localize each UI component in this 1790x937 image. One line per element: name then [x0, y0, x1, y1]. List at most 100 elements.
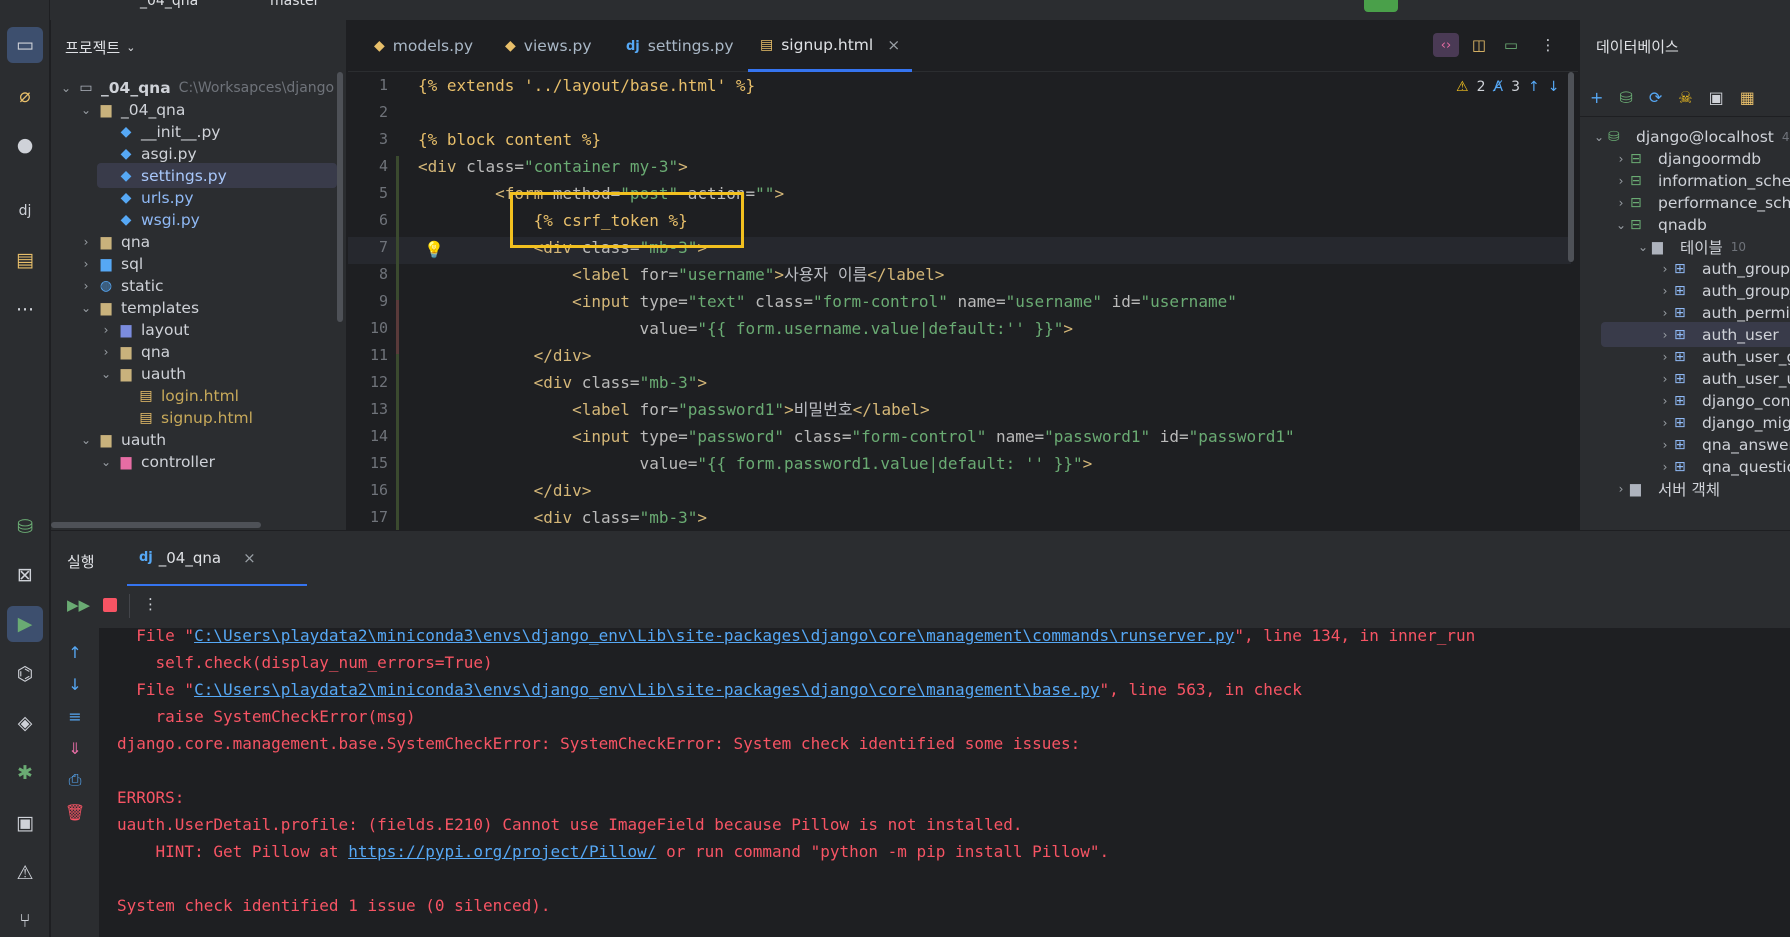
chevron-icon[interactable]: ⌄ — [97, 455, 115, 469]
console-icon[interactable]: ▣ — [1709, 88, 1724, 107]
excel-icon[interactable]: ⊠ — [7, 557, 43, 593]
chevron-icon[interactable]: › — [1656, 306, 1674, 320]
chevron-icon[interactable]: › — [1656, 372, 1674, 386]
code-line[interactable]: value="{{ form.password1.value|default: … — [418, 450, 1093, 477]
python-console-icon[interactable]: ⌬ — [7, 656, 43, 692]
code-line[interactable]: {% block content %} — [418, 126, 601, 153]
horizontal-scrollbar[interactable] — [51, 522, 261, 528]
data-source-icon[interactable]: ⛁ — [1619, 88, 1632, 107]
code-line[interactable]: <label for="username">사용자 이름</label> — [418, 261, 944, 288]
next-highlight-icon[interactable]: ↓ — [1548, 79, 1560, 95]
editor-scrollbar[interactable] — [1568, 72, 1574, 262]
chevron-icon[interactable]: › — [1612, 174, 1630, 188]
close-icon[interactable]: × — [243, 549, 256, 567]
chevron-icon[interactable]: ⌄ — [77, 103, 95, 117]
stop-icon[interactable] — [103, 598, 117, 612]
project-scrollbar[interactable] — [337, 72, 343, 322]
more-tools-icon[interactable]: ··· — [7, 292, 43, 328]
lightbulb-icon[interactable]: 💡 — [424, 240, 444, 259]
project-tree-item[interactable]: ⌄ ▆ controller — [97, 449, 215, 474]
prev-highlight-icon[interactable]: ↑ — [1528, 79, 1540, 95]
chevron-icon[interactable]: ⌄ — [1612, 218, 1630, 232]
chevron-icon[interactable]: › — [1656, 460, 1674, 474]
code-line[interactable]: value="{{ form.username.value|default:''… — [418, 315, 1074, 342]
chevron-icon[interactable]: › — [1656, 394, 1674, 408]
database-structure-icon[interactable]: ▤ — [7, 242, 43, 278]
database-tree-item[interactable]: › ▆ 서버 객체 — [1612, 476, 1720, 501]
problems-icon[interactable]: ⚠ — [7, 855, 43, 891]
chevron-icon[interactable]: › — [1656, 262, 1674, 276]
print-icon[interactable]: ⎙ — [63, 768, 87, 792]
scroll-down-icon[interactable]: ↓ — [63, 672, 87, 696]
github-icon[interactable]: ● — [7, 127, 43, 163]
code-line[interactable]: </div> — [418, 477, 592, 504]
branch-name[interactable]: master — [270, 0, 319, 9]
code-line[interactable]: <input type="password" class="form-contr… — [418, 423, 1295, 450]
project-view-icon[interactable]: ▭ — [7, 27, 43, 63]
chevron-icon[interactable]: ⌄ — [97, 367, 115, 381]
console-link[interactable]: C:\Users\playdata2\miniconda3\envs\djang… — [194, 680, 1099, 699]
split-preview-icon[interactable]: ◫ — [1466, 33, 1492, 57]
services-icon[interactable]: ✱ — [7, 755, 43, 791]
trash-icon[interactable]: 🗑 — [63, 800, 87, 824]
inspection-widget[interactable]: ⚠ 2 A̸ 3 ↑ ↓ — [1456, 72, 1559, 102]
code-line[interactable]: <label for="password1">비밀번호</label> — [418, 396, 930, 423]
console-link[interactable]: https://pypi.org/project/Pillow/ — [348, 842, 656, 861]
chevron-icon[interactable]: › — [1612, 196, 1630, 210]
chevron-icon[interactable]: › — [1656, 350, 1674, 364]
add-icon[interactable]: + — [1590, 88, 1603, 107]
refresh-icon[interactable]: ⟳ — [1649, 88, 1662, 107]
run-config-icon[interactable] — [1364, 0, 1398, 12]
chevron-icon[interactable]: › — [1656, 328, 1674, 342]
skull-icon[interactable]: ☠ — [1678, 88, 1692, 107]
tab-views-py[interactable]: ◆ views.py — [493, 20, 604, 72]
preview-toggle-icon[interactable]: ‹› — [1433, 33, 1459, 57]
code-line[interactable]: <div class="mb-3"> — [418, 504, 707, 530]
chevron-icon[interactable]: › — [97, 323, 115, 337]
chevron-icon[interactable]: ⌄ — [77, 433, 95, 447]
chevron-icon[interactable]: › — [1656, 284, 1674, 298]
project-panel-header[interactable]: 프로젝트 ⌄ — [51, 20, 346, 75]
chevron-icon[interactable]: › — [1612, 152, 1630, 166]
chevron-icon[interactable]: ⌄ — [1590, 130, 1608, 144]
django-icon[interactable]: dj — [7, 193, 43, 229]
chevron-icon[interactable]: › — [1656, 416, 1674, 430]
more-options-icon[interactable]: ⋮ — [1538, 33, 1558, 57]
code-line[interactable]: <div class="mb-3"> — [418, 369, 707, 396]
table-view-icon[interactable]: ▦ — [1740, 88, 1755, 107]
rerun-icon[interactable]: ▶▶ — [67, 596, 90, 614]
more-options-icon[interactable]: ⋮ — [143, 595, 158, 613]
commit-icon[interactable]: ⌀ — [7, 78, 43, 114]
run-icon[interactable]: ▶ — [7, 606, 43, 642]
layers-icon[interactable]: ◈ — [7, 705, 43, 741]
terminal-icon[interactable]: ▣ — [7, 805, 43, 841]
close-icon[interactable]: × — [887, 36, 900, 54]
chevron-icon[interactable]: › — [1612, 482, 1630, 496]
chevron-icon[interactable]: › — [77, 257, 95, 271]
chevron-icon[interactable]: › — [97, 345, 115, 359]
chevron-down-icon[interactable]: ⌄ — [126, 41, 135, 54]
tab-signup-html[interactable]: ▤ signup.html × — [748, 20, 913, 72]
code-editor[interactable]: 1 {% extends '../layout/base.html' %} 2 3 {%… — [348, 72, 1578, 530]
chevron-icon[interactable]: ⌄ — [77, 301, 95, 315]
database-icon[interactable]: ⛁ — [7, 509, 43, 545]
console-link[interactable]: C:\Users\playdata2\miniconda3\envs\djang… — [194, 628, 1234, 645]
soft-wrap-icon[interactable]: ≡ — [63, 704, 87, 728]
chevron-icon[interactable]: ⌄ — [57, 81, 75, 95]
code-line[interactable]: {% extends '../layout/base.html' %} — [418, 72, 755, 99]
project-name[interactable]: _04_qna — [140, 0, 198, 9]
chevron-icon[interactable]: › — [77, 235, 95, 249]
chevron-icon[interactable]: ⌄ — [1634, 240, 1652, 254]
run-config-tab[interactable]: dj _04_qna × — [127, 531, 307, 587]
run-console[interactable]: File "C:\Users\playdata2\miniconda3\envs… — [99, 628, 1790, 937]
git-icon[interactable]: ⑂ — [7, 903, 43, 937]
scroll-to-end-icon[interactable]: ⇓ — [63, 736, 87, 760]
tab-models-py[interactable]: ◆ models.py — [362, 20, 485, 72]
code-line[interactable]: <div class="container my-3"> — [418, 153, 688, 180]
code-line[interactable]: </div> — [418, 342, 592, 369]
browser-preview-icon[interactable]: ▭ — [1498, 33, 1524, 57]
chevron-icon[interactable]: › — [77, 279, 95, 293]
code-line[interactable]: <input type="text" class="form-control" … — [418, 288, 1237, 315]
scroll-up-icon[interactable]: ↑ — [63, 640, 87, 664]
chevron-icon[interactable]: › — [1656, 438, 1674, 452]
